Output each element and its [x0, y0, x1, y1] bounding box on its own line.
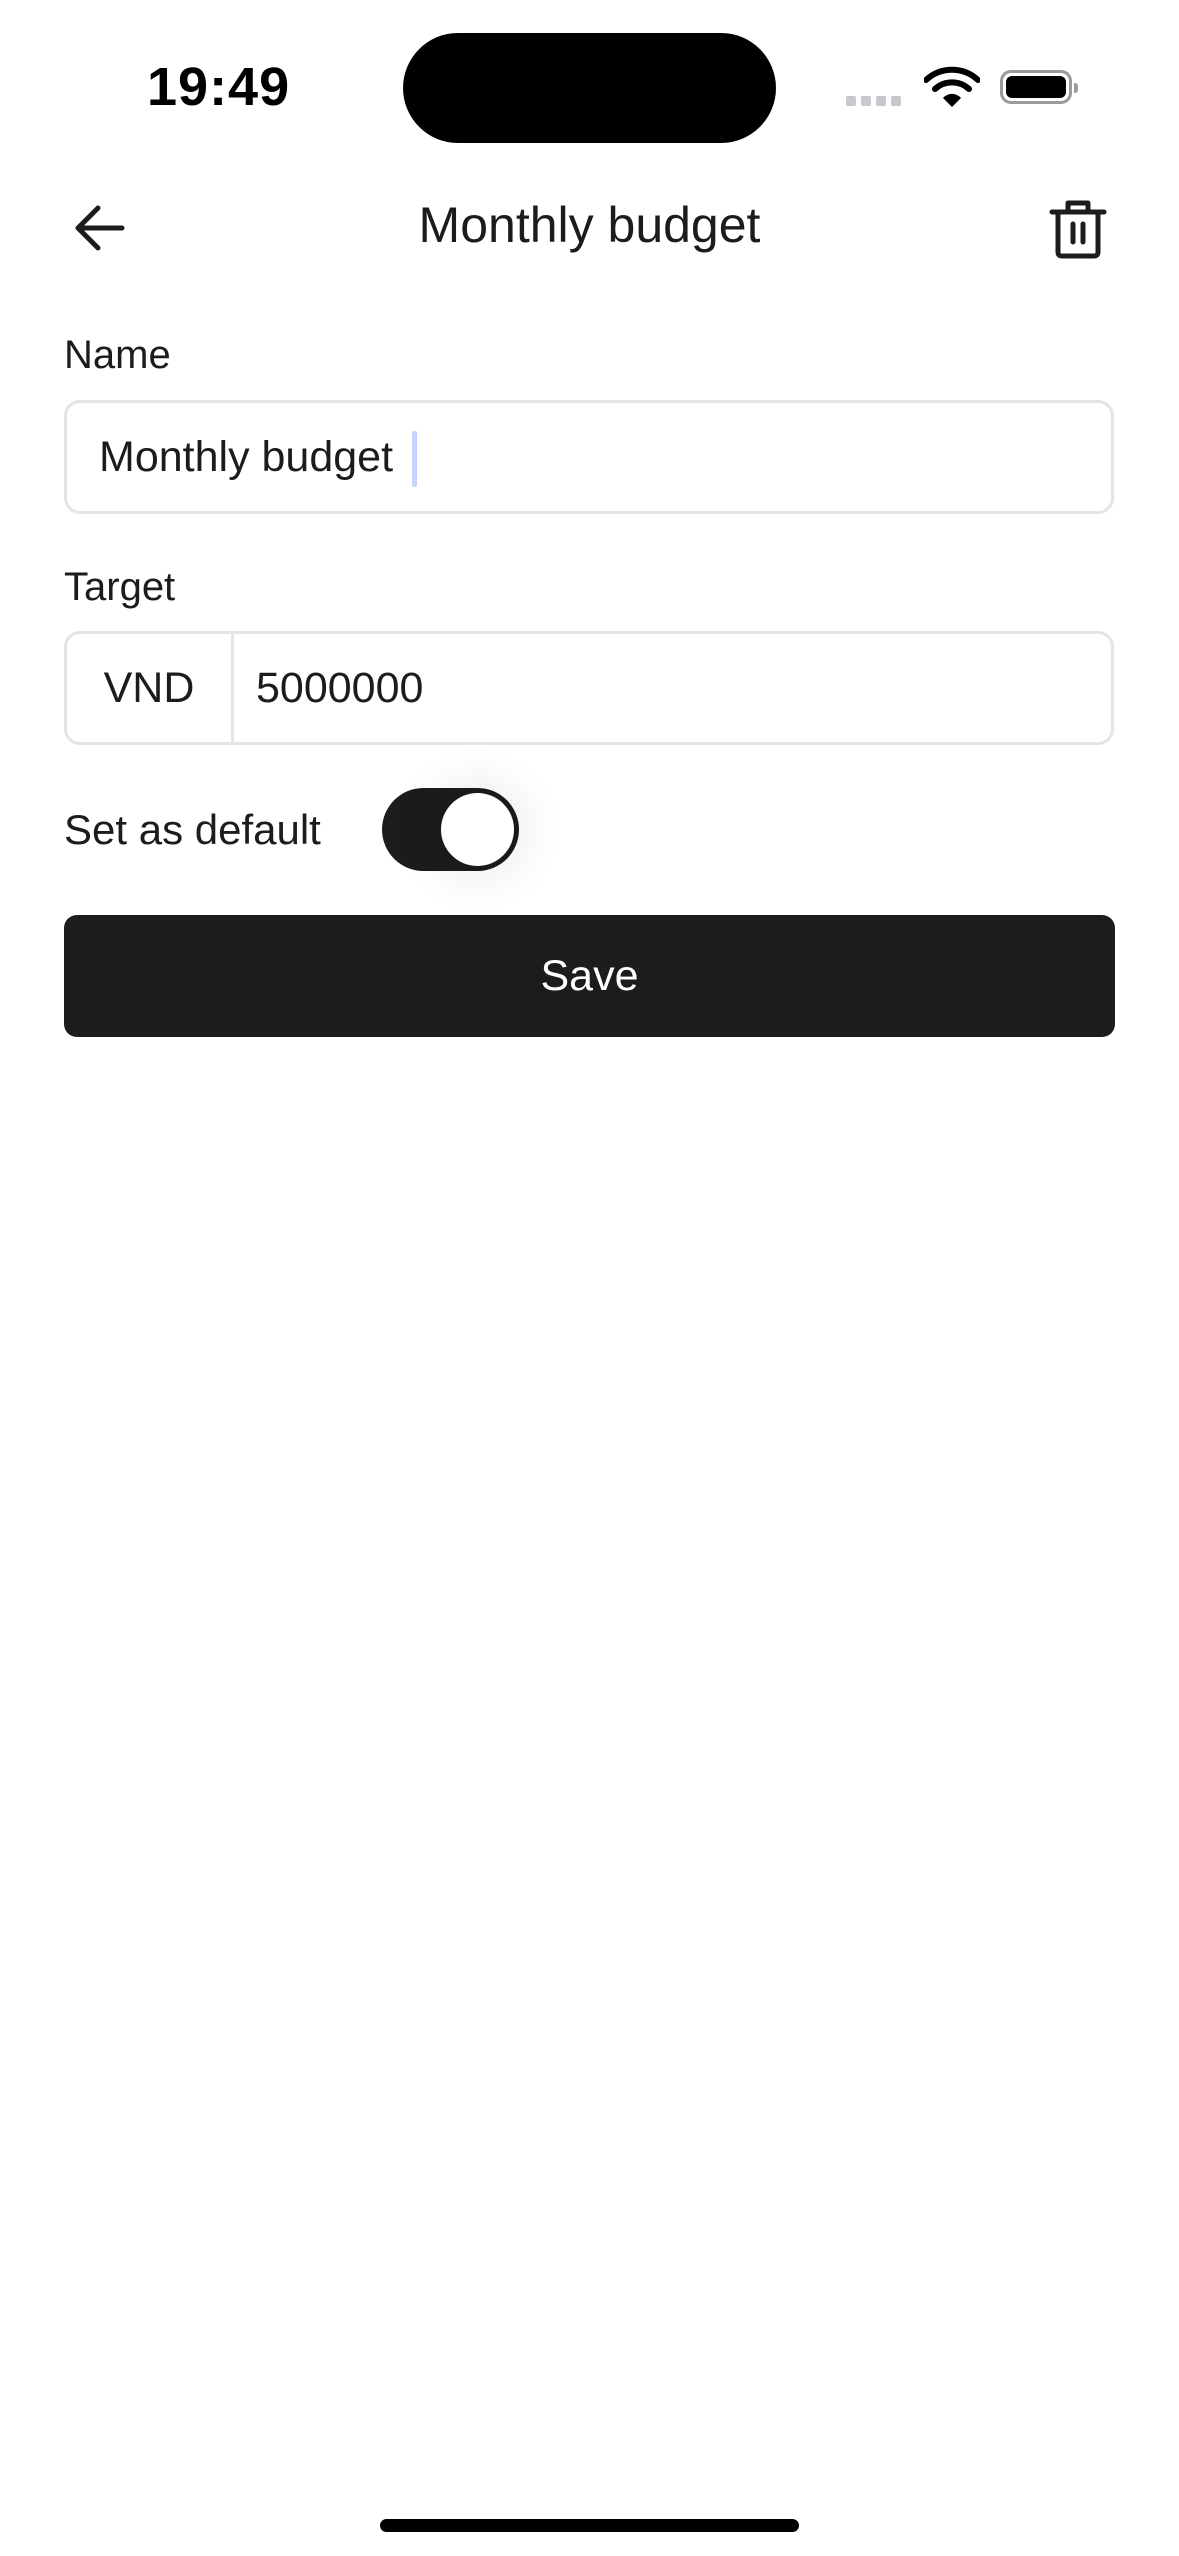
home-indicator[interactable]: [380, 2519, 799, 2532]
page-title: Monthly budget: [418, 197, 761, 253]
trash-icon[interactable]: [1046, 196, 1110, 260]
dynamic-island: [403, 33, 776, 143]
default-toggle[interactable]: [382, 788, 519, 871]
status-time: 19:49: [147, 57, 291, 117]
target-field[interactable]: VND: [64, 631, 1114, 745]
default-label: Set as default: [64, 806, 321, 853]
signal-icon: [846, 96, 901, 106]
name-input[interactable]: [99, 403, 999, 511]
save-button[interactable]: Save: [64, 915, 1115, 1037]
currency-addon: VND: [67, 634, 234, 742]
text-cursor: [412, 431, 417, 487]
target-amount-input[interactable]: [256, 634, 1111, 742]
battery-icon: [1000, 70, 1078, 104]
target-label: Target: [64, 565, 176, 609]
name-field[interactable]: [64, 400, 1114, 514]
wifi-icon: [924, 66, 980, 107]
name-label: Name: [64, 333, 171, 377]
toggle-knob: [441, 793, 514, 866]
